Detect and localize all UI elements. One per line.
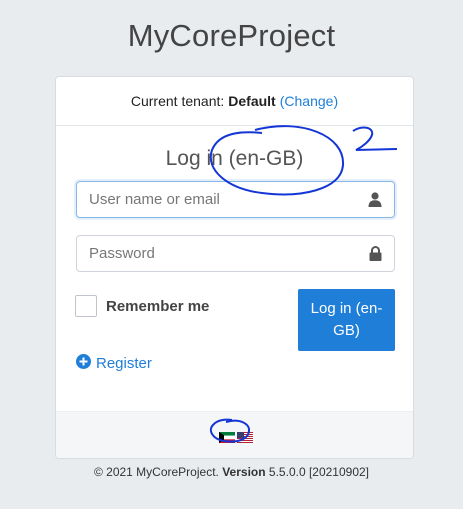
lock-icon [369,246,382,266]
username-input[interactable] [77,182,371,217]
copyright-text: © 2021 MyCoreProject. [93,465,219,479]
tenant-bar: Current tenant: Default (Change) [56,77,413,126]
app-title: MyCoreProject [127,18,336,53]
language-bar [56,411,413,458]
version-label: Version [222,465,266,479]
username-field[interactable] [76,181,395,218]
change-tenant-link[interactable]: Change [284,93,333,109]
login-button[interactable]: Log in (en-GB) [298,289,395,351]
password-input[interactable] [77,236,371,271]
login-card: Current tenant: Default (Change) Log in … [55,76,414,459]
tenant-close-paren: ) [333,93,339,109]
register-link[interactable]: Register [76,354,152,373]
plus-circle-icon [76,354,91,373]
remember-me-checkbox[interactable] [75,295,97,317]
us-flag-icon[interactable] [237,430,253,448]
password-field[interactable] [76,235,395,272]
remember-me-label: Remember me [106,297,210,315]
remember-me[interactable]: Remember me [75,295,209,317]
version-value: 5.5.0.0 [20210902] [268,465,370,479]
register-label: Register [96,355,152,372]
language-flags [219,430,253,448]
tenant-label: Current tenant: [130,93,225,109]
kuwait-flag-icon[interactable] [219,430,235,448]
tenant-name: Default [228,93,276,109]
login-title: Log in (en-GB) [165,147,304,170]
user-icon [368,192,382,212]
page-footer: © 2021 MyCoreProject. Version 5.5.0.0 [2… [0,465,463,479]
